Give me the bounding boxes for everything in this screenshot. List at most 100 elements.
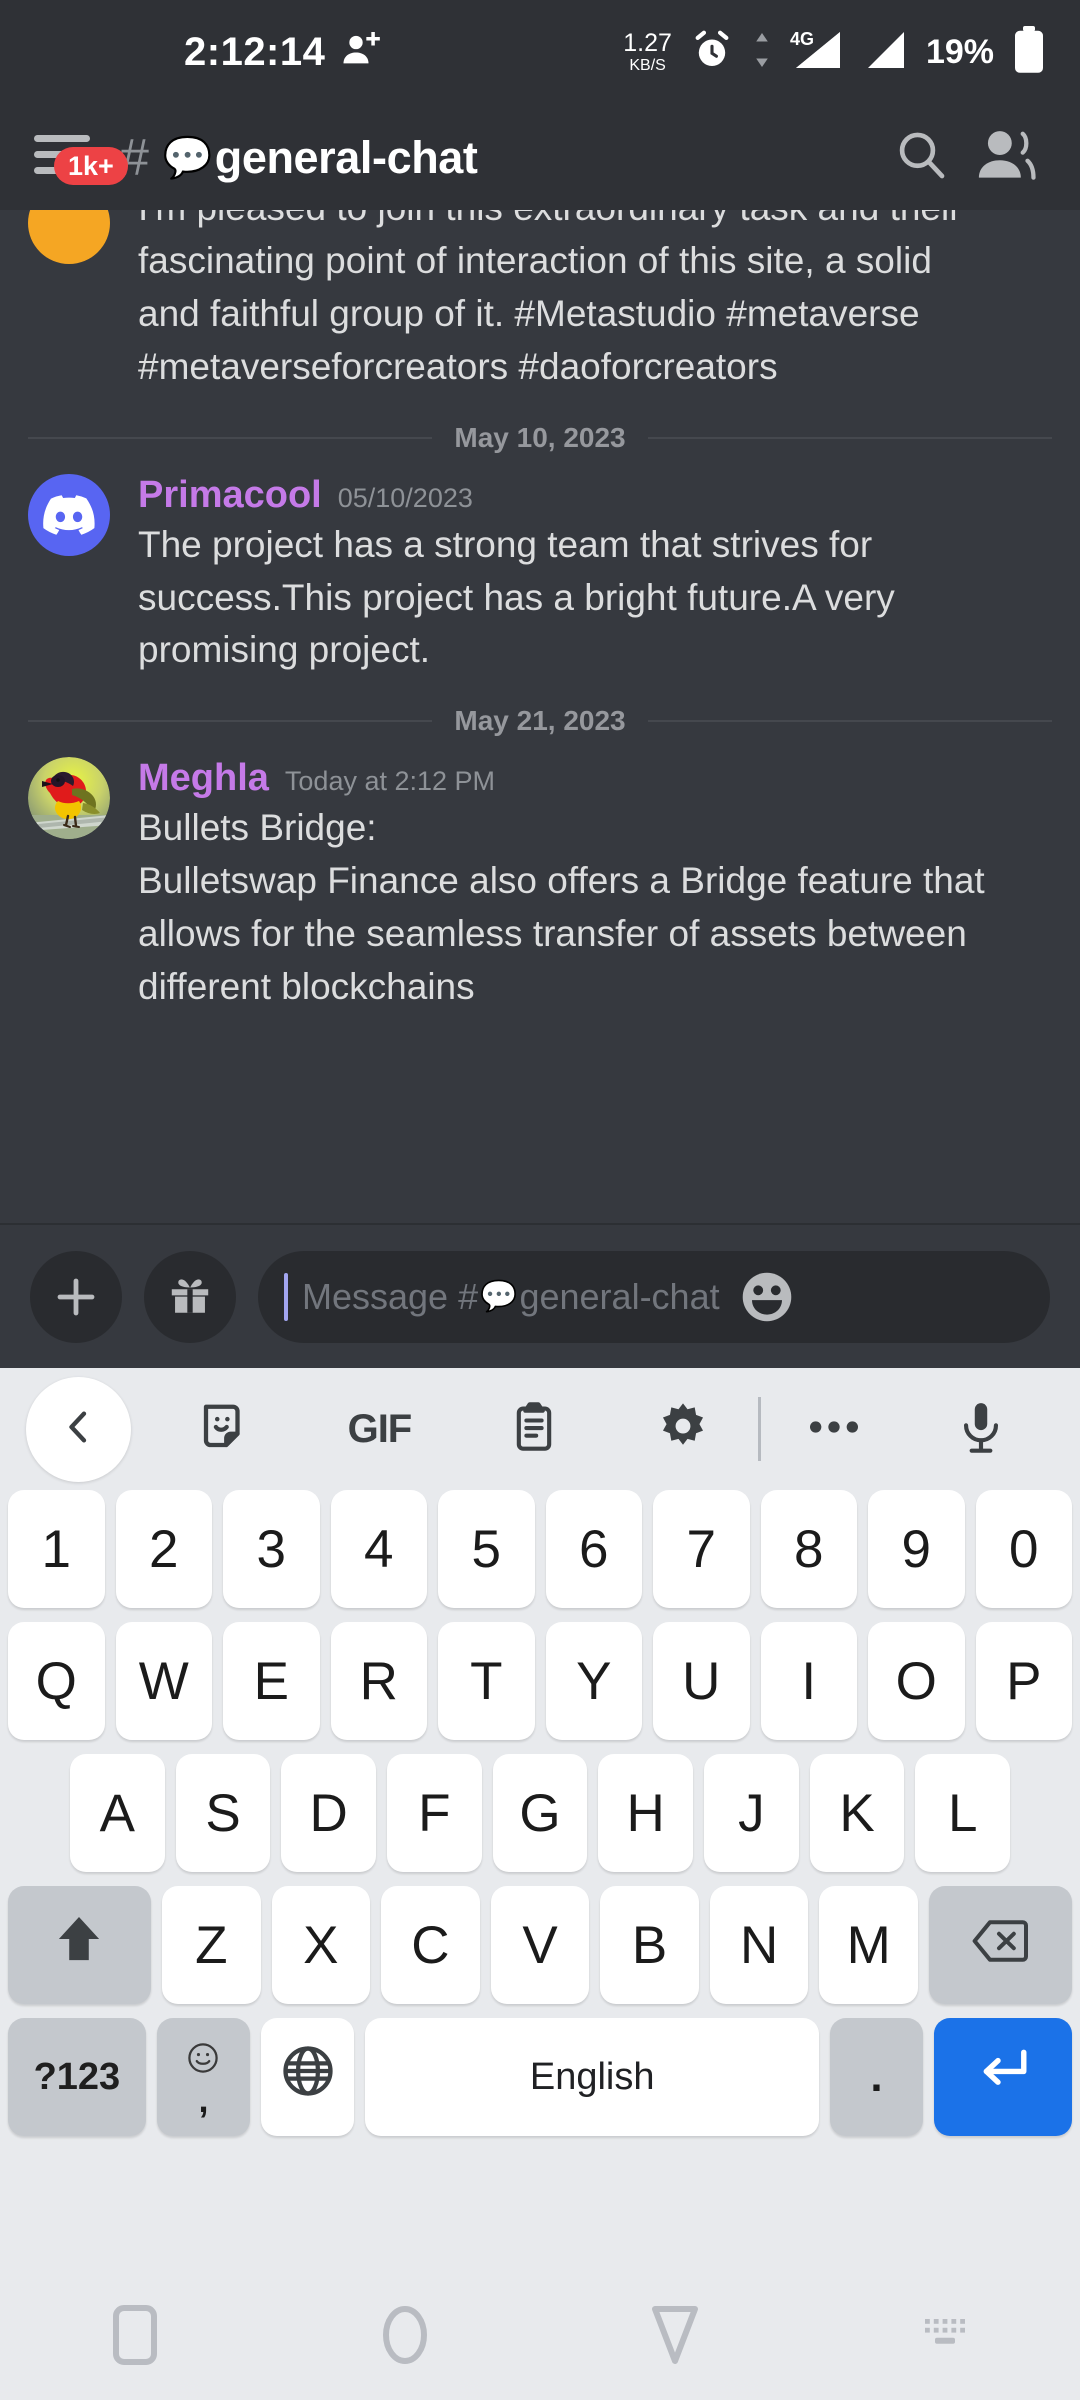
microphone-icon [956, 1400, 1006, 1459]
gif-button[interactable]: GIF [299, 1379, 459, 1479]
voice-input-button[interactable] [908, 1379, 1054, 1479]
sticker-button[interactable] [149, 1379, 299, 1479]
key-k[interactable]: K [809, 1754, 905, 1872]
home-button[interactable] [270, 2304, 540, 2371]
status-bar: 2:12:14 1.27 KB/S 4G 19% [0, 0, 1080, 105]
key-s[interactable]: S [175, 1754, 271, 1872]
recents-square-icon [112, 2304, 158, 2371]
period-key[interactable]: . [829, 2018, 924, 2136]
network-speed-value: 1.27 [623, 29, 672, 57]
keyboard-back-button[interactable] [26, 1376, 131, 1482]
language-switch-key[interactable] [261, 2018, 355, 2136]
key-6[interactable]: 6 [545, 1490, 642, 1608]
message-username[interactable]: Meghla [138, 757, 269, 800]
divider-line [28, 436, 433, 439]
key-0[interactable]: 0 [975, 1490, 1072, 1608]
message-input[interactable]: Message # 💬 general-chat [258, 1250, 1050, 1343]
key-n[interactable]: N [709, 1886, 809, 2004]
key-l[interactable]: L [915, 1754, 1011, 1872]
message-timestamp: Today at 2:12 PM [284, 766, 496, 797]
key-9[interactable]: 9 [868, 1490, 965, 1608]
key-a[interactable]: A [69, 1754, 165, 1872]
person-add-icon [341, 29, 381, 76]
text-cursor [284, 1272, 288, 1321]
key-d[interactable]: D [281, 1754, 376, 1872]
placeholder-channel: general-chat [519, 1275, 720, 1317]
clipboard-icon [508, 1401, 560, 1458]
add-attachment-button[interactable] [30, 1250, 122, 1343]
space-key[interactable]: English [365, 2018, 819, 2136]
avatar[interactable] [28, 210, 110, 264]
hide-keyboard-button[interactable] [810, 2315, 1080, 2360]
message-composer: Message # 💬 general-chat [0, 1223, 1080, 1368]
message-line: success.This project has a bright future… [138, 576, 895, 618]
keyboard-settings-button[interactable] [608, 1379, 758, 1479]
key-8[interactable]: 8 [760, 1490, 857, 1608]
key-3[interactable]: 3 [223, 1490, 320, 1608]
key-t[interactable]: T [438, 1622, 535, 1740]
more-options-button[interactable] [761, 1379, 907, 1479]
key-r[interactable]: R [330, 1622, 427, 1740]
message-line: different blockchains [138, 966, 475, 1008]
key-u[interactable]: U [653, 1622, 750, 1740]
enter-key[interactable] [934, 2018, 1073, 2136]
keyboard-toolbar: GIF [0, 1368, 1080, 1490]
members-button[interactable] [964, 115, 1050, 201]
key-b[interactable]: B [600, 1886, 699, 2004]
key-c[interactable]: C [381, 1886, 480, 2004]
recents-button[interactable] [0, 2304, 270, 2371]
symbols-key[interactable]: ?123 [8, 2018, 146, 2136]
more-options-icon [809, 1418, 859, 1441]
key-v[interactable]: V [490, 1886, 590, 2004]
unread-badge: 1k+ [54, 146, 128, 185]
comma-emoji-key[interactable]: , [156, 2018, 251, 2136]
key-z[interactable]: Z [161, 1886, 261, 2004]
shift-key[interactable] [8, 1886, 151, 2004]
key-5[interactable]: 5 [438, 1490, 535, 1608]
shift-arrow-icon [56, 1914, 102, 1977]
message-username[interactable]: Primacool [138, 474, 322, 517]
backspace-key[interactable] [929, 1886, 1072, 2004]
key-e[interactable]: E [223, 1622, 320, 1740]
key-y[interactable]: Y [545, 1622, 642, 1740]
key-p[interactable]: P [975, 1622, 1072, 1740]
message-line: I'm pleased to join this extraordinary t… [138, 210, 1052, 235]
key-2[interactable]: 2 [115, 1490, 212, 1608]
key-x[interactable]: X [271, 1886, 371, 2004]
members-icon [976, 126, 1038, 189]
key-4[interactable]: 4 [330, 1490, 427, 1608]
comma-label: , [198, 2079, 209, 2121]
key-m[interactable]: M [819, 1886, 919, 2004]
search-button[interactable] [878, 115, 964, 201]
key-7[interactable]: 7 [653, 1490, 750, 1608]
key-f[interactable]: F [387, 1754, 482, 1872]
key-i[interactable]: I [760, 1622, 857, 1740]
divider-line [647, 720, 1052, 723]
message-timestamp: 05/10/2023 [337, 482, 473, 513]
gift-button[interactable] [144, 1250, 236, 1343]
gif-label: GIF [347, 1406, 413, 1451]
clipboard-button[interactable] [459, 1379, 607, 1479]
menu-button[interactable]: 1k+ [30, 123, 128, 193]
key-j[interactable]: J [704, 1754, 799, 1872]
message-line: Bulletswap Finance also offers a Bridge … [138, 860, 985, 902]
divider-line [647, 436, 1052, 439]
key-q[interactable]: Q [8, 1622, 105, 1740]
emoji-picker-button[interactable] [734, 1266, 800, 1328]
search-icon [893, 127, 949, 188]
message-input-placeholder: Message # 💬 general-chat [302, 1276, 720, 1318]
back-chevron-icon [59, 1407, 99, 1452]
keyboard-row-numbers: 1 2 3 4 5 6 7 8 9 0 [0, 1490, 1080, 1608]
message-line: allows for the seamless transfer of asse… [138, 913, 967, 955]
message-list[interactable]: I'm pleased to join this extraordinary t… [0, 210, 1080, 1223]
key-1[interactable]: 1 [8, 1490, 105, 1608]
key-w[interactable]: W [115, 1622, 212, 1740]
back-button[interactable] [540, 2305, 810, 2370]
key-h[interactable]: H [598, 1754, 694, 1872]
soft-keyboard: G I F 1 2 3 4 5 6 7 8 9 0 Q W E R T Y U I … [0, 1368, 1080, 2275]
key-g[interactable]: G [492, 1754, 588, 1872]
key-o[interactable]: O [868, 1622, 965, 1740]
avatar[interactable] [28, 757, 110, 840]
avatar[interactable] [28, 473, 110, 556]
enter-return-icon [976, 2046, 1030, 2109]
